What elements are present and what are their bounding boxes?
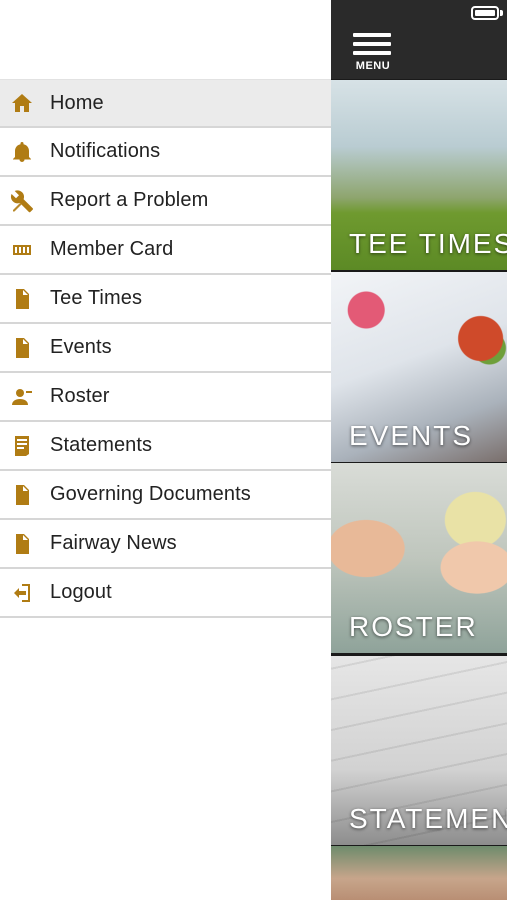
tile-label: TEE TIMES bbox=[349, 228, 507, 259]
hamburger-icon bbox=[353, 42, 391, 46]
menu-item-statements[interactable]: Statements bbox=[0, 422, 331, 471]
tile-partial[interactable] bbox=[331, 846, 507, 900]
menu-item-roster[interactable]: Roster bbox=[0, 373, 331, 422]
hamburger-icon bbox=[353, 33, 391, 37]
person-icon bbox=[0, 373, 50, 420]
menu-item-home[interactable]: Home bbox=[0, 79, 331, 128]
tile-roster[interactable]: ROSTER bbox=[331, 463, 507, 653]
menu-item-logout[interactable]: Logout bbox=[0, 569, 331, 618]
drawer-menu-list: Home Notifications Report a Problem Memb… bbox=[0, 79, 331, 618]
battery-tip bbox=[500, 10, 503, 16]
menu-item-tee-times[interactable]: Tee Times bbox=[0, 275, 331, 324]
menu-item-label: Report a Problem bbox=[50, 189, 209, 211]
tile-label: STATEMENTS bbox=[349, 803, 507, 834]
tools-icon bbox=[0, 177, 50, 224]
menu-item-label: Governing Documents bbox=[50, 483, 251, 505]
document-icon bbox=[0, 471, 50, 518]
battery-full-icon bbox=[471, 6, 499, 20]
tile-statements[interactable]: STATEMENTS bbox=[331, 656, 507, 845]
tile-events[interactable]: EVENTS bbox=[331, 272, 507, 462]
bell-icon bbox=[0, 128, 50, 175]
menu-item-label: Tee Times bbox=[50, 287, 143, 309]
menu-item-label: Notifications bbox=[50, 140, 161, 162]
drawer-header-space bbox=[0, 0, 331, 79]
tile-label: ROSTER bbox=[349, 611, 478, 642]
menu-item-fairway-news[interactable]: Fairway News bbox=[0, 520, 331, 569]
menu-item-member-card[interactable]: Member Card bbox=[0, 226, 331, 275]
logout-icon bbox=[0, 569, 50, 616]
statement-icon bbox=[0, 422, 50, 469]
menu-item-label: Events bbox=[50, 336, 112, 358]
document-icon bbox=[0, 520, 50, 567]
menu-item-label: Roster bbox=[50, 385, 110, 407]
menu-item-label: Home bbox=[50, 91, 104, 114]
tile-tee-times[interactable]: TEE TIMES bbox=[331, 80, 507, 270]
document-icon bbox=[0, 275, 50, 322]
hamburger-icon bbox=[353, 51, 391, 55]
card-icon bbox=[0, 226, 50, 273]
menu-item-report-a-problem[interactable]: Report a Problem bbox=[0, 177, 331, 226]
menu-item-governing-documents[interactable]: Governing Documents bbox=[0, 471, 331, 520]
menu-item-label: Fairway News bbox=[50, 532, 177, 554]
menu-button-label: MENU bbox=[355, 60, 391, 72]
menu-button[interactable]: MENU bbox=[353, 32, 393, 72]
menu-item-label: Member Card bbox=[50, 238, 174, 260]
menu-item-label: Logout bbox=[50, 581, 112, 603]
top-bar: MENU bbox=[331, 0, 507, 79]
menu-item-events[interactable]: Events bbox=[0, 324, 331, 373]
home-icon bbox=[0, 80, 50, 126]
menu-item-notifications[interactable]: Notifications bbox=[0, 128, 331, 177]
tile-label: EVENTS bbox=[349, 420, 474, 451]
document-icon bbox=[0, 324, 50, 371]
menu-item-label: Statements bbox=[50, 434, 153, 456]
side-drawer: Home Notifications Report a Problem Memb… bbox=[0, 0, 331, 900]
main-panel: MENU TEE TIMES EVENTS ROSTER STATEMENTS bbox=[331, 0, 507, 900]
